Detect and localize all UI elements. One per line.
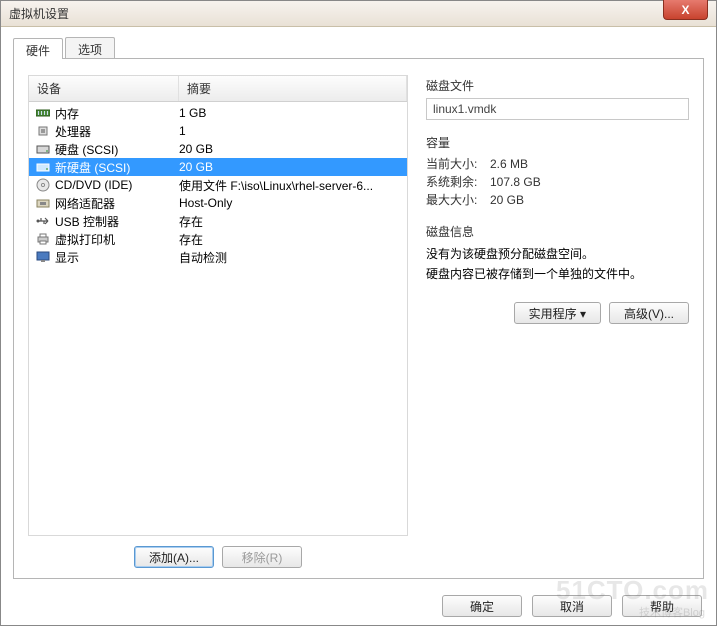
device-table-body: 内存1 GB处理器1硬盘 (SCSI)20 GB新硬盘 (SCSI)20 GBC… [29,102,407,268]
remove-button[interactable]: 移除(R) [222,546,302,568]
device-summary: 存在 [179,213,407,230]
cpu-icon [35,123,51,139]
device-name: 网络适配器 [55,195,179,212]
device-summary: 1 GB [179,106,407,120]
help-button[interactable]: 帮助 [622,595,702,617]
advanced-button[interactable]: 高级(V)... [609,302,689,324]
tab-options[interactable]: 选项 [65,37,115,58]
device-summary: 20 GB [179,142,407,156]
col-device-header[interactable]: 设备 [29,76,179,101]
disk-info-line2: 硬盘内容已被存储到一个单独的文件中。 [426,264,689,284]
disk-info-section: 磁盘信息 没有为该硬盘预分配磁盘空间。 硬盘内容已被存储到一个单独的文件中。 [426,223,689,284]
device-column: 设备 摘要 内存1 GB处理器1硬盘 (SCSI)20 GB新硬盘 (SCSI)… [28,75,408,568]
device-name: 新硬盘 (SCSI) [55,159,179,176]
device-name: 虚拟打印机 [55,231,179,248]
ok-button[interactable]: 确定 [442,595,522,617]
device-summary: Host-Only [179,196,407,210]
system-free-row: 系统剩余:107.8 GB [426,173,689,191]
vm-settings-window: 虚拟机设置 X 硬件 选项 设备 摘要 内存1 GB处理器1硬盘 (SCSI)2… [0,0,717,626]
close-icon: X [681,3,689,17]
memory-icon [35,105,51,121]
content-area: 硬件 选项 设备 摘要 内存1 GB处理器1硬盘 (SCSI)20 GB新硬盘 … [1,27,716,587]
disk-icon [35,141,51,157]
capacity-label: 容量 [426,134,689,151]
device-row-cpu[interactable]: 处理器1 [29,122,407,140]
device-row-cd[interactable]: CD/DVD (IDE)使用文件 F:\iso\Linux\rhel-serve… [29,176,407,194]
device-row-usb[interactable]: USB 控制器存在 [29,212,407,230]
tab-hardware[interactable]: 硬件 [13,38,63,59]
disk-file-section: 磁盘文件 linux1.vmdk [426,77,689,120]
device-name: 内存 [55,105,179,122]
nic-icon [35,195,51,211]
disk-info-line1: 没有为该硬盘预分配磁盘空间。 [426,244,689,264]
disk-icon [35,159,51,175]
usb-icon [35,213,51,229]
cd-icon [35,177,51,193]
device-name: USB 控制器 [55,213,179,230]
device-table-header: 设备 摘要 [29,76,407,102]
device-row-printer[interactable]: 虚拟打印机存在 [29,230,407,248]
close-button[interactable]: X [663,0,708,20]
max-size-row: 最大大小:20 GB [426,191,689,209]
printer-icon [35,231,51,247]
disk-file-field[interactable]: linux1.vmdk [426,98,689,120]
device-row-disk[interactable]: 硬盘 (SCSI)20 GB [29,140,407,158]
disk-file-label: 磁盘文件 [426,77,689,94]
device-name: 处理器 [55,123,179,140]
window-title: 虚拟机设置 [9,5,69,22]
device-row-memory[interactable]: 内存1 GB [29,104,407,122]
device-summary: 使用文件 F:\iso\Linux\rhel-server-6... [179,177,407,194]
hardware-panel: 设备 摘要 内存1 GB处理器1硬盘 (SCSI)20 GB新硬盘 (SCSI)… [13,59,704,579]
current-size-row: 当前大小:2.6 MB [426,155,689,173]
device-summary: 1 [179,124,407,138]
add-button[interactable]: 添加(A)... [134,546,214,568]
capacity-section: 容量 当前大小:2.6 MB 系统剩余:107.8 GB 最大大小:20 GB [426,134,689,209]
device-row-disk[interactable]: 新硬盘 (SCSI)20 GB [29,158,407,176]
device-buttons: 添加(A)... 移除(R) [28,536,408,568]
device-table: 设备 摘要 内存1 GB处理器1硬盘 (SCSI)20 GB新硬盘 (SCSI)… [28,75,408,536]
device-name: 显示 [55,249,179,266]
tab-strip: 硬件 选项 [13,37,704,59]
device-summary: 自动检测 [179,249,407,266]
titlebar: 虚拟机设置 X [1,1,716,27]
device-row-display[interactable]: 显示自动检测 [29,248,407,266]
dialog-buttons: 确定 取消 帮助 [1,587,716,625]
device-name: CD/DVD (IDE) [55,178,179,192]
device-summary: 存在 [179,231,407,248]
device-name: 硬盘 (SCSI) [55,141,179,158]
display-icon [35,249,51,265]
col-summary-header[interactable]: 摘要 [179,76,407,101]
cancel-button[interactable]: 取消 [532,595,612,617]
disk-info-label: 磁盘信息 [426,223,689,240]
device-summary: 20 GB [179,160,407,174]
utilities-button[interactable]: 实用程序 ▾ [514,302,601,324]
detail-column: 磁盘文件 linux1.vmdk 容量 当前大小:2.6 MB 系统剩余:107… [426,75,689,568]
detail-buttons: 实用程序 ▾ 高级(V)... [426,302,689,324]
device-row-nic[interactable]: 网络适配器Host-Only [29,194,407,212]
